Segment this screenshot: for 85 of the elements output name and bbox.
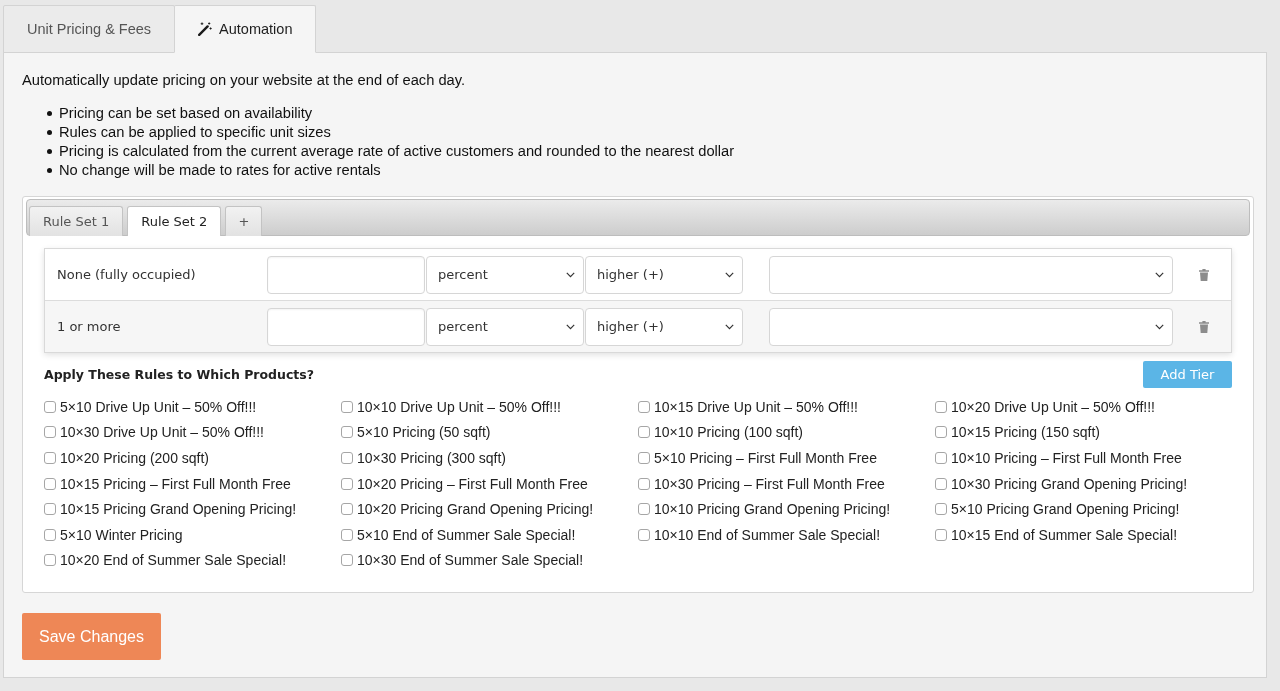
intro-text: Automatically update pricing on your website at the end of each day.	[22, 71, 467, 90]
product-label: 10×30 Pricing (300 sqft)	[357, 450, 507, 466]
rule-set-tab[interactable]: Rule Set 1	[29, 206, 124, 236]
checkbox[interactable]	[935, 503, 947, 516]
checkbox[interactable]	[341, 452, 353, 464]
product-label: 10×15 Drive Up Unit – 50% Off!!!	[654, 398, 858, 415]
amount-input[interactable]	[267, 307, 425, 346]
unit-select[interactable]: percent	[426, 307, 584, 346]
product-select[interactable]	[769, 307, 1173, 346]
checkbox[interactable]	[341, 426, 353, 439]
product-label: 10×20 End of Summer Sale Special!	[60, 552, 287, 569]
checkbox[interactable]	[341, 528, 353, 541]
product-label: 10×10 Drive Up Unit – 50% Off!!!	[357, 398, 561, 415]
product-label: 10×15 Pricing Grand Opening Pricing!	[60, 501, 297, 518]
product-label: 10×10 Pricing – First Full Month Free	[951, 450, 1182, 466]
checkbox[interactable]	[638, 426, 650, 439]
checkbox[interactable]	[44, 554, 56, 567]
chevron-down-icon	[725, 323, 734, 330]
checkbox[interactable]	[935, 477, 947, 490]
product-label: 10×10 Pricing Grand Opening Pricing!	[654, 501, 891, 518]
product-label: 10×15 Pricing – First Full Month Free	[60, 475, 291, 492]
product-label: 10×20 Pricing – First Full Month Free	[357, 475, 588, 492]
chevron-down-icon	[1155, 323, 1164, 330]
checkbox[interactable]	[44, 400, 56, 413]
direction-select[interactable]: higher (+)	[585, 255, 743, 294]
checkbox[interactable]	[638, 528, 650, 541]
product-label: 10×30 Pricing Grand Opening Pricing!	[951, 475, 1188, 492]
bullet-text: No change will be made to rates for active rentals	[59, 161, 381, 180]
product-label: 10×20 Pricing Grand Opening Pricing!	[357, 501, 594, 518]
bullet-text: Rules can be applied to specific unit sizes	[59, 123, 331, 142]
chevron-down-icon	[1155, 271, 1164, 278]
bullet-icon	[47, 130, 52, 135]
rule-set-tab[interactable]: Rule Set 2	[127, 206, 222, 236]
checkbox[interactable]	[935, 452, 947, 464]
checkbox[interactable]	[44, 452, 56, 464]
checkbox[interactable]	[638, 503, 650, 516]
checkbox[interactable]	[638, 452, 650, 464]
checkbox[interactable]	[341, 554, 353, 567]
bullet-icon	[47, 168, 52, 173]
product-label: 5×10 Pricing Grand Opening Pricing!	[951, 501, 1180, 518]
product-label: 5×10 Winter Pricing	[60, 526, 183, 543]
product-label: 5×10 Pricing – First Full Month Free	[654, 450, 877, 466]
product-label: 5×10 Pricing (50 sqft)	[357, 424, 491, 441]
chevron-down-icon	[566, 323, 575, 330]
checkbox[interactable]	[638, 400, 650, 413]
section-heading: Apply These Rules to Which Products?	[44, 367, 314, 382]
chevron-down-icon	[725, 271, 734, 278]
product-label: 10×30 End of Summer Sale Special!	[357, 552, 584, 569]
add-tab-button[interactable]: +	[225, 206, 263, 236]
checkbox[interactable]	[341, 400, 353, 413]
tab[interactable]: Unit Pricing & Fees	[3, 5, 176, 53]
checkbox[interactable]	[341, 477, 353, 490]
checkbox[interactable]	[935, 426, 947, 439]
product-label: 10×30 Pricing – First Full Month Free	[654, 475, 885, 492]
trash-icon[interactable]	[1199, 268, 1209, 281]
bullet-text: Pricing can be set based on availability	[59, 104, 313, 123]
unit-select[interactable]: percent	[426, 255, 584, 294]
direction-select[interactable]: higher (+)	[585, 307, 743, 346]
checkbox[interactable]	[44, 426, 56, 439]
checkbox[interactable]	[638, 477, 650, 490]
product-select[interactable]	[769, 255, 1173, 294]
product-label: 10×20 Pricing (200 sqft)	[60, 450, 210, 466]
trash-icon[interactable]	[1199, 320, 1209, 333]
product-label: 10×20 Drive Up Unit – 50% Off!!!	[951, 398, 1155, 415]
product-label: 10×15 Pricing (150 sqft)	[951, 424, 1101, 441]
checkbox[interactable]	[935, 400, 947, 413]
product-label: 10×15 End of Summer Sale Special!	[951, 526, 1178, 543]
product-label: 10×10 Pricing (100 sqft)	[654, 424, 804, 441]
product-label: 5×10 Drive Up Unit – 50% Off!!!	[60, 398, 257, 415]
checkbox[interactable]	[935, 528, 947, 541]
amount-input[interactable]	[267, 255, 425, 294]
bullet-text: Pricing is calculated from the current average rate of active customers and rounded to the nearest dollar	[59, 142, 735, 161]
tab[interactable]: Automation	[174, 5, 317, 53]
product-label: 10×30 Drive Up Unit – 50% Off!!!	[60, 424, 264, 441]
checkbox[interactable]	[341, 503, 353, 516]
tier-label: 1 or more	[57, 319, 122, 334]
product-label: 5×10 End of Summer Sale Special!	[357, 526, 576, 543]
checkbox[interactable]	[44, 528, 56, 541]
bullet-icon	[47, 111, 52, 116]
checkbox[interactable]	[44, 477, 56, 490]
bullet-icon	[47, 149, 52, 154]
tier-label: None (fully occupied)	[57, 267, 197, 282]
chevron-down-icon	[566, 271, 575, 278]
product-label: 10×10 End of Summer Sale Special!	[654, 526, 881, 543]
checkbox[interactable]	[44, 503, 56, 516]
